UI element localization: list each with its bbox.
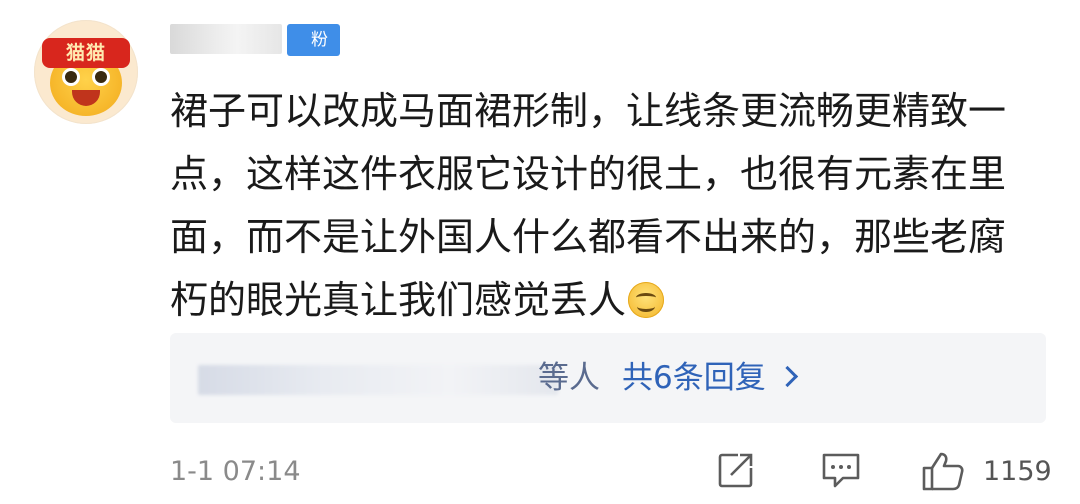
reply-preview-box[interactable]: 等人 共6条回复 (170, 333, 1046, 423)
avatar[interactable]: 猫猫 (34, 20, 138, 124)
like-count: 1159 (983, 456, 1052, 487)
avatar-eye-left (62, 68, 80, 86)
reply-users-suffix: 等人 (538, 360, 600, 396)
comment-body: 裙子可以改成马面裙形制，让线条更流畅更精致一点，这样这件衣服它设计的很土，也很有… (170, 80, 1040, 332)
share-icon[interactable] (716, 450, 756, 490)
view-replies-label: 共6条回复 (622, 360, 766, 396)
chevron-right-icon (776, 365, 798, 388)
comment-card: 猫猫 粉 裙子可以改成马面裙形制，让线条更流畅更精致一点，这样这件衣服它设计的很… (0, 0, 1080, 504)
comment-text: 裙子可以改成马面裙形制，让线条更流畅更精致一点，这样这件衣服它设计的很土，也很有… (170, 89, 1007, 322)
fan-badge: 粉 (287, 24, 340, 56)
smile-emoji-icon (628, 282, 665, 318)
avatar-mouth (72, 90, 100, 106)
avatar-eye-right (92, 68, 110, 86)
comment-timestamp: 1-1 07:14 (170, 456, 301, 487)
username-redacted[interactable] (170, 24, 282, 54)
view-replies-link[interactable]: 共6条回复 (622, 358, 798, 398)
reply-users-redacted (198, 365, 558, 395)
like-icon[interactable] (920, 450, 966, 492)
avatar-badge: 猫猫 (42, 38, 130, 68)
comment-icon[interactable] (819, 450, 863, 490)
